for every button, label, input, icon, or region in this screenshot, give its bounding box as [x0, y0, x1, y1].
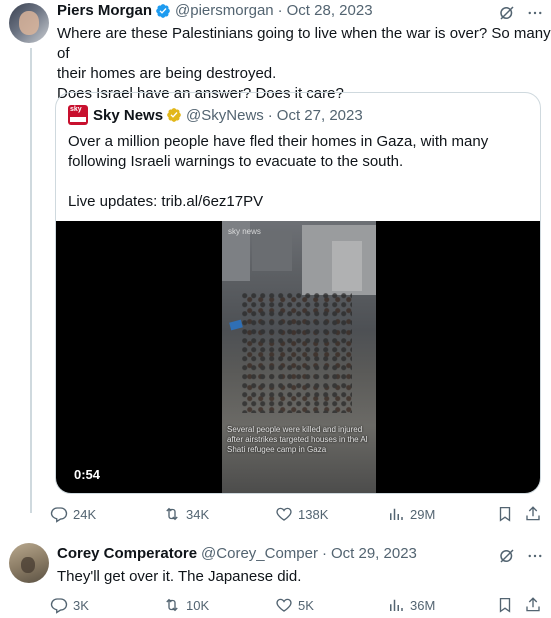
- like-button[interactable]: 5K: [275, 596, 314, 614]
- quoted-tweet-date: Oct 27, 2023: [276, 106, 363, 124]
- views-count: 29M: [410, 506, 436, 522]
- views-chart-icon: [390, 508, 403, 520]
- heart-icon: [276, 507, 292, 521]
- views-button[interactable]: 36M: [387, 596, 435, 614]
- author-name[interactable]: Piers Morgan: [57, 2, 152, 19]
- tweet-text-line: their homes are being destroyed.: [57, 65, 277, 82]
- views-chart-icon: [390, 599, 403, 611]
- author-handle[interactable]: @Corey_Comper: [201, 545, 318, 562]
- repost-count: 34K: [186, 506, 210, 522]
- reply-count: 3K: [73, 597, 89, 613]
- quoted-author-name: Sky News: [93, 106, 164, 124]
- sky-news-avatar: [68, 105, 88, 125]
- share-button[interactable]: [524, 505, 542, 528]
- tweet-date[interactable]: Oct 29, 2023: [331, 545, 417, 562]
- like-button[interactable]: 138K: [275, 505, 328, 523]
- tweet-action-bar: 3K 10K 5K 36M: [50, 596, 544, 618]
- repost-icon: [166, 507, 178, 521]
- video-player[interactable]: sky news Several people were killed and …: [56, 221, 540, 493]
- separator-dot: ·: [321, 545, 327, 562]
- views-count: 36M: [410, 597, 436, 613]
- tweet-action-bar: 24K 34K 138K 29M: [50, 505, 544, 527]
- share-icon: [526, 506, 540, 521]
- reply-icon: [50, 598, 68, 614]
- avatar[interactable]: [9, 543, 49, 583]
- quoted-tweet-card[interactable]: Sky News @SkyNews · Oct 27, 2023 Over a …: [55, 92, 541, 494]
- tweet-header: Corey Comperatore @Corey_Comper · Oct 29…: [57, 545, 417, 562]
- tweet-body: They'll get over it. The Japanese did.: [57, 567, 301, 587]
- like-count: 138K: [298, 506, 329, 522]
- tweet-text-line: They'll get over it. The Japanese did.: [57, 568, 302, 585]
- separator-dot: ·: [277, 2, 283, 19]
- reply-icon: [50, 507, 68, 523]
- repost-icon: [166, 598, 178, 612]
- verified-badge-icon: [167, 108, 181, 122]
- bookmark-button[interactable]: [496, 505, 514, 528]
- share-icon: [526, 597, 540, 612]
- share-button[interactable]: [524, 596, 542, 618]
- tweet-date[interactable]: Oct 28, 2023: [287, 2, 373, 19]
- grok-icon[interactable]: [498, 547, 516, 565]
- video-watermark: sky news: [228, 227, 261, 236]
- more-options-icon[interactable]: [526, 547, 544, 565]
- tweet-text-line: Where are these Palestinians going to li…: [57, 25, 551, 62]
- tweet-header: Piers Morgan @piersmorgan · Oct 28, 2023: [57, 2, 373, 19]
- bookmark-button[interactable]: [496, 596, 514, 618]
- author-handle[interactable]: @piersmorgan: [175, 2, 274, 19]
- repost-button[interactable]: 10K: [163, 596, 209, 614]
- quoted-tweet-body: Over a million people have fled their ho…: [68, 132, 528, 212]
- repost-count: 10K: [186, 597, 210, 613]
- bookmark-icon: [499, 597, 511, 613]
- views-button[interactable]: 29M: [387, 505, 435, 523]
- video-caption: Several people were killed and injured a…: [227, 425, 368, 454]
- video-duration: 0:54: [68, 465, 107, 484]
- verified-badge-icon: [156, 3, 170, 18]
- separator-dot: ·: [267, 106, 273, 124]
- quoted-text-line: Over a million people have fled their ho…: [68, 133, 489, 150]
- avatar[interactable]: [9, 3, 49, 43]
- thread-connector-line: [30, 48, 32, 513]
- quoted-author-handle: @SkyNews: [186, 106, 264, 124]
- bookmark-icon: [499, 506, 511, 522]
- quoted-text-line: following Israeli warnings to evacuate t…: [68, 153, 404, 170]
- heart-icon: [276, 598, 292, 612]
- author-name[interactable]: Corey Comperatore: [57, 545, 197, 562]
- quoted-text-line: Live updates: trib.al/6ez17PV: [68, 193, 264, 210]
- reply-count: 24K: [73, 506, 97, 522]
- quoted-tweet-header: Sky News @SkyNews · Oct 27, 2023: [68, 105, 363, 125]
- repost-button[interactable]: 34K: [163, 505, 209, 523]
- more-options-icon[interactable]: [526, 4, 544, 22]
- like-count: 5K: [298, 597, 314, 613]
- video-thumbnail: sky news Several people were killed and …: [222, 221, 376, 493]
- grok-icon[interactable]: [498, 4, 516, 22]
- reply-button[interactable]: 24K: [50, 505, 96, 523]
- reply-button[interactable]: 3K: [50, 596, 89, 614]
